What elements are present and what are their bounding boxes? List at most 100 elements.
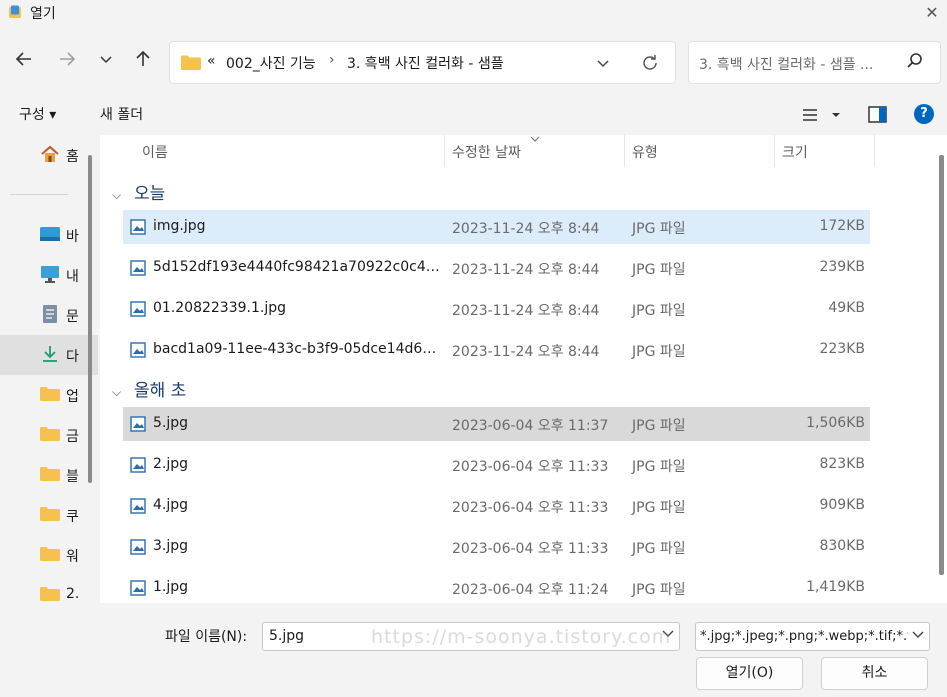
file-row[interactable]: 1.jpg 2023-06-04 오후 11:24 JPG 파일 1,419KB [123,571,870,603]
close-icon[interactable]: ✕ [917,0,947,26]
list-scrollbar[interactable] [939,155,944,575]
file-name: img.jpg [153,218,206,234]
file-row[interactable]: 5d152df193e4440fc98421a70922c0c4.jpg 202… [123,251,870,285]
file-type: JPG 파일 [632,344,686,360]
file-size: 49KB [828,300,865,316]
column-header-name[interactable]: 이름 [142,142,168,162]
sidebar-item-folder[interactable]: 2. [0,575,98,603]
file-row[interactable]: 3.jpg 2023-06-04 오후 11:33 JPG 파일 830KB [123,530,870,564]
file-name: 2.jpg [153,456,189,472]
filename-label: 파일 이름(N): [165,629,248,645]
filename-value: 5.jpg [269,628,305,644]
image-file-icon [130,342,146,358]
navigation-pane: 홈 바 내 문 다 업 금 블 쿠 워 2. [0,135,98,603]
divider [874,135,875,167]
file-size: 823KB [819,456,865,472]
chevron-down-icon: ⌵ [112,385,122,399]
filter-value: *.jpg;*.jpeg;*.png;*.webp;*.tif;*.tc [700,629,908,644]
download-icon [43,346,57,362]
breadcrumb-overflow[interactable]: « [207,53,216,69]
image-file-icon [130,416,146,432]
image-file-icon [130,498,146,514]
new-folder-button[interactable]: 새 폴더 [100,104,143,124]
open-button[interactable]: 열기(O) [696,657,803,690]
column-header-size[interactable]: 크기 [782,142,808,162]
breadcrumb-separator[interactable]: › [329,52,335,68]
chevron-down-icon[interactable] [911,627,925,645]
address-dropdown-icon[interactable] [595,55,611,75]
document-icon [43,305,57,323]
file-row[interactable]: 5.jpg 2023-06-04 오후 11:37 JPG 파일 1,506KB [123,407,870,441]
sidebar-item-label: 쿠 [66,509,79,525]
sidebar-item-pc[interactable]: 내 [0,255,98,295]
file-type: JPG 파일 [632,459,686,475]
file-size: 223KB [819,341,865,357]
file-name: bacd1a09-11ee-433c-b3f9-05dce14d69e... [153,341,443,357]
sidebar-item-folder[interactable]: 쿠 [0,495,98,535]
file-type-filter[interactable]: *.jpg;*.jpeg;*.png;*.webp;*.tif;*.tc [695,622,930,651]
address-bar[interactable]: « 002_사진 기능 › 3. 흑백 사진 컬러화 - 샘플 [169,41,676,84]
folder-icon [40,387,60,401]
sidebar-item-label: 업 [66,389,79,405]
file-size: 239KB [819,259,865,275]
file-row[interactable]: 4.jpg 2023-06-04 오후 11:33 JPG 파일 909KB [123,489,870,523]
title-bar: 열기 ✕ [0,0,947,26]
group-header-earlier-this-year[interactable]: ⌵ 올해 초 [112,376,186,401]
help-icon[interactable]: ? [914,104,934,124]
folder-icon [181,55,201,70]
view-options-icon[interactable] [802,106,842,128]
sidebar-item-label: 홈 [66,149,79,165]
sidebar-item-folder[interactable]: 블 [0,455,98,495]
breadcrumb-item[interactable]: 3. 흑백 사진 컬러화 - 샘플 [347,53,504,73]
sidebar-item-folder[interactable]: 업 [0,375,98,415]
sidebar-item-label: 바 [66,229,79,245]
sidebar-item-label: 블 [66,469,79,485]
search-icon[interactable] [906,52,924,70]
file-size: 1,506KB [806,415,865,431]
file-name: 01.20822339.1.jpg [153,300,286,316]
back-arrow-icon[interactable] [11,49,37,75]
refresh-icon[interactable] [640,53,660,77]
file-date: 2023-11-24 오후 8:44 [452,344,600,360]
image-file-icon [130,580,146,596]
breadcrumb-item[interactable]: 002_사진 기능 [226,53,316,73]
sidebar-item-folder[interactable]: 금 [0,415,98,455]
file-type: JPG 파일 [632,582,686,598]
file-name: 3.jpg [153,538,189,554]
search-input[interactable]: 3. 흑백 사진 컬러화 - 샘플 ... [688,41,941,84]
file-name: 5d152df193e4440fc98421a70922c0c4.jpg [153,259,443,275]
up-arrow-icon[interactable] [130,49,156,75]
sidebar-item-desktop[interactable]: 바 [0,215,98,255]
group-header-today[interactable]: ⌵ 오늘 [112,179,165,204]
home-icon [41,145,59,162]
sidebar-item-label: 금 [66,429,79,445]
column-header-modified[interactable]: 수정한 날짜 [452,142,521,162]
sidebar-item-home[interactable]: 홈 [0,135,98,175]
sidebar-item-documents[interactable]: 문 [0,295,98,335]
image-file-icon [130,457,146,473]
organize-button[interactable]: 구성 ▾ [19,104,56,124]
file-date: 2023-11-24 오후 8:44 [452,221,600,237]
divider [774,135,775,167]
chevron-down-icon[interactable] [93,49,119,75]
file-size: 909KB [819,497,865,513]
file-row[interactable]: img.jpg 2023-11-24 오후 8:44 JPG 파일 172KB [123,210,870,244]
chevron-down-icon: ⌵ [112,188,122,202]
desktop-icon [40,227,60,241]
image-file-icon [130,260,146,276]
sidebar-item-folder[interactable]: 워 [0,535,98,575]
group-label: 오늘 [134,184,166,204]
file-size: 830KB [819,538,865,554]
preview-pane-icon[interactable] [868,106,888,128]
file-row[interactable]: 01.20822339.1.jpg 2023-11-24 오후 8:44 JPG… [123,292,870,326]
nav-scrollbar[interactable] [88,155,92,483]
column-header-type[interactable]: 유형 [632,142,658,162]
sidebar-item-downloads[interactable]: 다 [0,335,98,375]
cancel-button[interactable]: 취소 [821,657,928,690]
file-type: JPG 파일 [632,262,686,278]
forward-arrow-icon[interactable] [54,49,80,75]
file-type: JPG 파일 [632,221,686,237]
file-row[interactable]: bacd1a09-11ee-433c-b3f9-05dce14d69e... 2… [123,333,870,367]
search-placeholder: 3. 흑백 사진 컬러화 - 샘플 ... [699,57,874,73]
file-row[interactable]: 2.jpg 2023-06-04 오후 11:33 JPG 파일 823KB [123,448,870,482]
